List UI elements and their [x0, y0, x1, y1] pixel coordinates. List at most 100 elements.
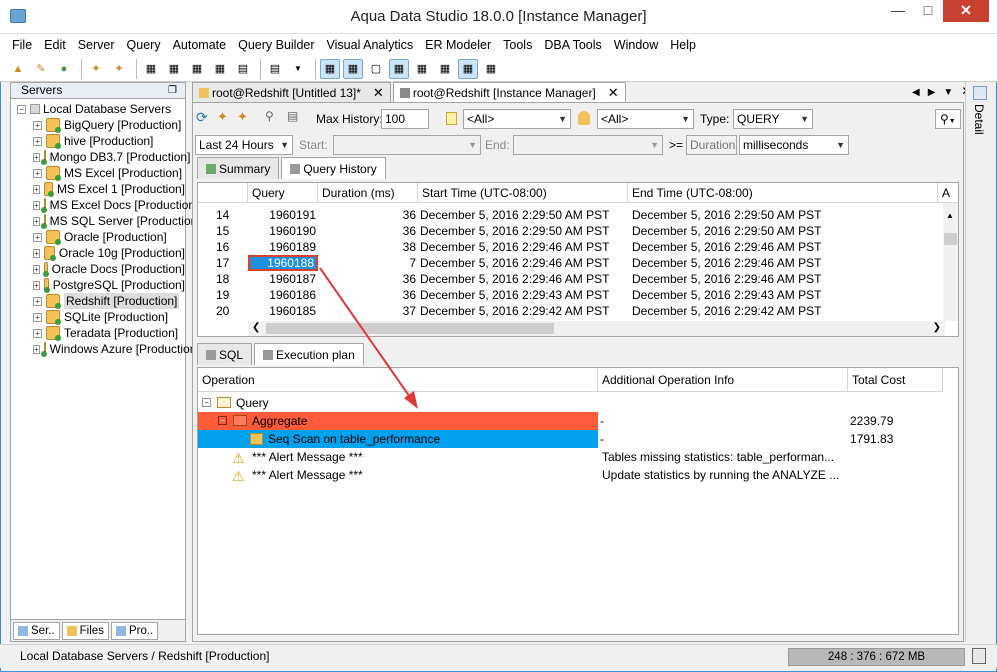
connect-icon[interactable]: ●	[54, 59, 74, 79]
tab-untitled-13[interactable]: root@Redshift [Untitled 13]* ✕	[192, 82, 391, 102]
column-header-end-time[interactable]: End Time (UTC-08:00)	[628, 183, 938, 203]
start-time-cell[interactable]: December 5, 2016 2:29:43 AM PST	[420, 287, 609, 303]
duration-cell[interactable]: 38	[318, 239, 416, 255]
server-item[interactable]: + Mongo DB3.7 [Production]	[17, 149, 190, 165]
detail-tab[interactable]: Detail	[972, 104, 986, 135]
edit-server-icon[interactable]: ✎	[31, 59, 51, 79]
tab-servers[interactable]: Ser..	[13, 621, 60, 640]
server-item[interactable]: + PostgreSQL [Production]	[17, 277, 185, 293]
expand-icon[interactable]: +	[33, 312, 42, 322]
server-item[interactable]: + Teradata [Production]	[17, 325, 185, 341]
tab-left-icon[interactable]: ◀	[912, 87, 928, 98]
expand-icon[interactable]: +	[33, 184, 40, 194]
expand-icon[interactable]: +	[33, 136, 42, 146]
plan-row-alert-2[interactable]: ⚠ *** Alert Message *** Update statistic…	[198, 466, 959, 484]
chart-icon[interactable]: ▦	[481, 59, 501, 79]
plan-row-aggregate[interactable]: − Aggregate - 2239.79	[198, 412, 959, 430]
duration-cell[interactable]: 37	[318, 303, 416, 319]
server-item[interactable]: + Windows Azure [Production]	[17, 341, 200, 357]
end-time-cell[interactable]: December 5, 2016 2:29:46 AM PST	[632, 255, 821, 271]
scroll-left-icon[interactable]: ❮	[252, 322, 260, 333]
schema-icon[interactable]: ▦	[210, 59, 230, 79]
detail-icon[interactable]	[973, 86, 987, 100]
end-time-cell[interactable]: December 5, 2016 2:29:43 AM PST	[632, 287, 821, 303]
query-id-cell[interactable]: 1960191	[248, 207, 316, 223]
garbage-collect-icon[interactable]	[972, 648, 986, 664]
menu-window[interactable]: Window	[614, 38, 658, 52]
column-header-additional-info[interactable]: Additional Operation Info	[598, 368, 848, 392]
table-row[interactable]: 18 1960187 36 December 5, 2016 2:29:46 AM P…	[198, 271, 945, 287]
layout2-icon[interactable]: ▦	[343, 58, 363, 79]
end-time-cell[interactable]: December 5, 2016 2:29:50 AM PST	[632, 223, 821, 239]
wand2-icon[interactable]: ✦	[109, 59, 129, 79]
server-item[interactable]: + SQLite [Production]	[17, 309, 185, 325]
duration-cell[interactable]: 36	[318, 271, 416, 287]
server-item[interactable]: + MS SQL Server [Production]	[17, 213, 201, 229]
end-date-select[interactable]: ▼	[513, 135, 663, 155]
query-id-cell[interactable]: 1960187	[248, 271, 316, 287]
database-filter-select[interactable]: <All> ▼	[597, 109, 694, 129]
expand-icon[interactable]: +	[33, 168, 42, 178]
duration-cell[interactable]: 36	[318, 287, 416, 303]
expand-icon[interactable]: +	[33, 280, 40, 290]
start-date-select[interactable]: ▼	[333, 135, 481, 155]
table-row[interactable]: 17 1960188 7 December 5, 2016 2:29:46 AM PS…	[198, 255, 945, 271]
column-header-a[interactable]: A	[938, 183, 958, 203]
table-row[interactable]: 16 1960189 38 December 5, 2016 2:29:46 AM P…	[198, 239, 945, 255]
query-id-cell[interactable]: 1960190	[248, 223, 316, 239]
collapse-icon[interactable]: −	[202, 398, 211, 407]
refresh-icon[interactable]: ⟳	[196, 109, 212, 125]
query-id-cell[interactable]: 1960189	[248, 239, 316, 255]
max-history-input[interactable]: 100	[381, 109, 429, 129]
scroll-right-icon[interactable]: ❯	[933, 322, 941, 333]
document-icon[interactable]: ▤	[265, 59, 285, 79]
plan-row-query[interactable]: − Query	[198, 394, 959, 412]
tab-projects[interactable]: Pro..	[110, 621, 159, 640]
expand-icon[interactable]: +	[33, 120, 42, 130]
tab-query-history[interactable]: Query History	[281, 157, 386, 179]
start-time-cell[interactable]: December 5, 2016 2:29:46 AM PST	[420, 239, 609, 255]
layout5-icon[interactable]: ▦	[412, 59, 432, 79]
expand-icon[interactable]: +	[33, 152, 40, 162]
kill-icon[interactable]: ✦	[217, 109, 233, 125]
user-filter-select[interactable]: <All> ▼	[463, 109, 571, 129]
tab-list-icon[interactable]: ▼	[943, 87, 961, 98]
tab-sql[interactable]: SQL	[197, 343, 253, 365]
collapse-icon[interactable]: −	[17, 104, 26, 114]
tab-execution-plan[interactable]: Execution plan	[254, 343, 364, 365]
start-time-cell[interactable]: December 5, 2016 2:29:46 AM PST	[420, 271, 609, 287]
register-server-icon[interactable]: ▲	[8, 59, 28, 79]
expand-icon[interactable]: +	[33, 232, 42, 242]
stop-icon[interactable]: ✦	[237, 109, 253, 125]
query-window-icon[interactable]: ▦	[141, 59, 161, 79]
export-icon[interactable]: ▤	[287, 109, 303, 125]
h-scroll-thumb[interactable]	[266, 323, 554, 334]
layout6-icon[interactable]: ▦	[435, 59, 455, 79]
server-item[interactable]: + Redshift [Production]	[17, 293, 185, 309]
end-time-cell[interactable]: December 5, 2016 2:29:46 AM PST	[632, 271, 821, 287]
server-item[interactable]: + MS Excel [Production]	[17, 165, 185, 181]
find-icon[interactable]: ⚲	[265, 109, 281, 125]
expand-icon[interactable]: +	[33, 328, 42, 338]
start-time-cell[interactable]: December 5, 2016 2:29:50 AM PST	[420, 207, 609, 223]
expand-icon[interactable]: +	[33, 264, 40, 274]
column-header-total-cost[interactable]: Total Cost	[848, 368, 943, 392]
end-time-cell[interactable]: December 5, 2016 2:29:46 AM PST	[632, 239, 821, 255]
table-row[interactable]: 20 1960185 37 December 5, 2016 2:29:42 AM P…	[198, 303, 945, 319]
menu-query[interactable]: Query	[127, 38, 161, 52]
tab-summary[interactable]: Summary	[197, 157, 280, 179]
column-header-operation[interactable]: Operation	[198, 368, 598, 392]
query-id-cell[interactable]: 1960185	[248, 303, 316, 319]
restore-icon[interactable]: ❐	[168, 83, 177, 98]
tree-root[interactable]: − Local Database Servers	[17, 101, 185, 117]
compare-icon[interactable]: ▦	[187, 59, 207, 79]
menu-file[interactable]: File	[12, 38, 32, 52]
plan-row-seq-scan[interactable]: Seq Scan on table_performance - 1791.83	[198, 430, 959, 448]
menu-dba-tools[interactable]: DBA Tools	[544, 38, 601, 52]
server-item[interactable]: + hive [Production]	[17, 133, 185, 149]
layout7-icon[interactable]: ▦	[458, 58, 478, 79]
column-header-query[interactable]: Query	[248, 183, 318, 203]
close-tab-icon[interactable]: ✕	[608, 85, 619, 101]
server-item[interactable]: + BigQuery [Production]	[17, 117, 185, 133]
grid-vertical-scrollbar[interactable]: ▲	[943, 203, 958, 321]
